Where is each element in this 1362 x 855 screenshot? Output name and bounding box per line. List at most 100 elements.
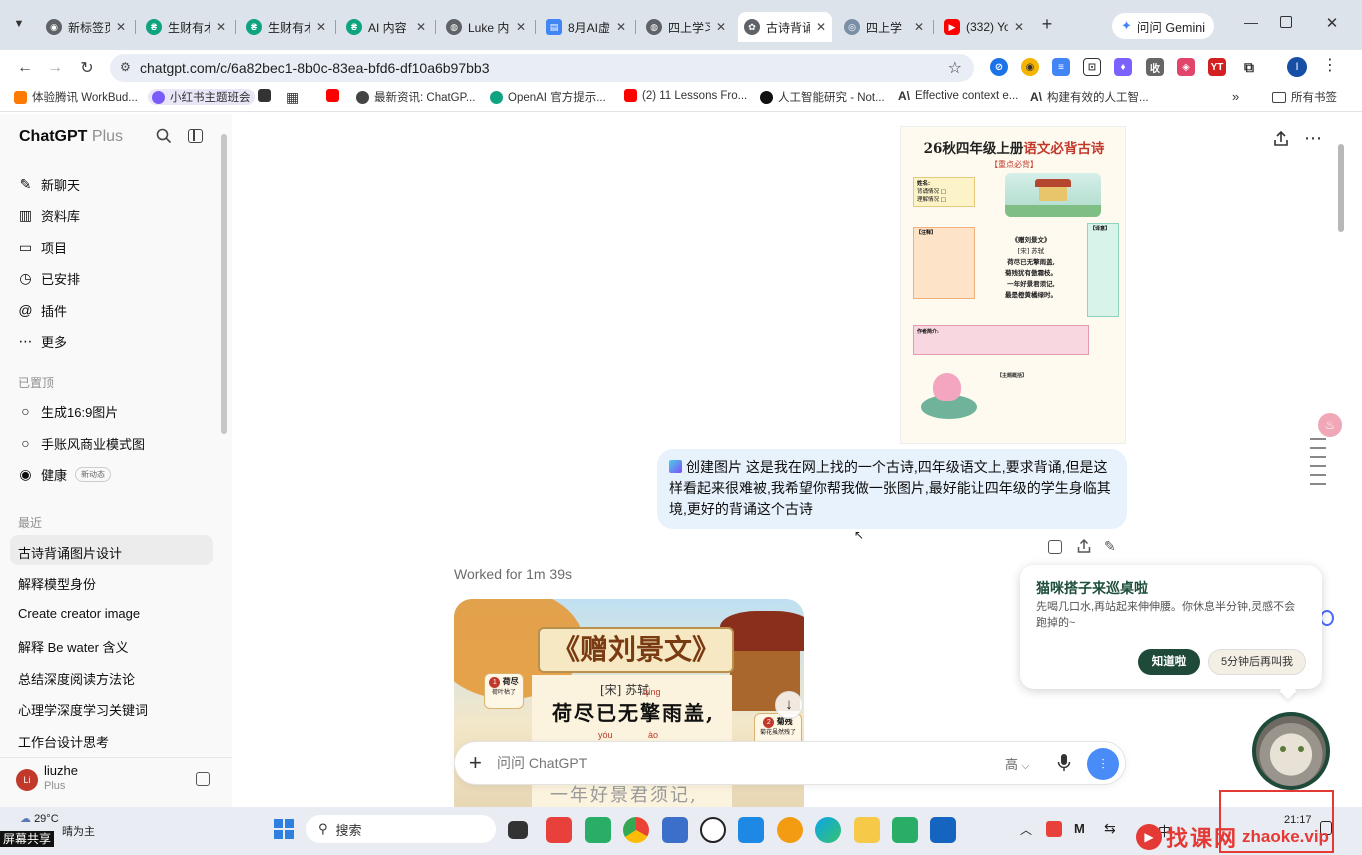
tray-app-icon[interactable]: M [1074, 821, 1085, 836]
extension-icon[interactable]: ⊡ [1083, 58, 1101, 76]
app-icon[interactable] [662, 817, 688, 843]
apps-grid-icon[interactable]: ▦ [286, 89, 299, 106]
sidebar-scrollbar[interactable] [221, 134, 227, 434]
pinned-item[interactable]: ○ 生成16:9图片 [18, 402, 118, 421]
bookmark-item[interactable] [326, 89, 339, 102]
browser-menu-icon[interactable]: ⋮ [1322, 55, 1338, 79]
chrome-app-icon[interactable] [623, 817, 649, 843]
cat-avatar-widget[interactable] [1252, 712, 1330, 790]
recent-chat-item[interactable]: 古诗背诵图片设计 [18, 543, 122, 562]
edge-app-icon[interactable] [815, 817, 841, 843]
pinned-item[interactable]: ◉ 健康 新动态 [18, 465, 112, 484]
tab-close-icon[interactable]: ✕ [116, 20, 126, 34]
tab-search-dropdown-icon[interactable]: ▼ [10, 18, 28, 36]
chat-scrollbar[interactable] [1338, 144, 1344, 232]
bookmark-folder-icon[interactable] [258, 89, 271, 102]
bookmark-item[interactable]: 最新资讯: ChatGP... [356, 89, 475, 105]
share-message-icon[interactable] [1076, 538, 1092, 554]
pinned-item[interactable]: ○ 手账风商业模式图 [18, 434, 145, 453]
popup-snooze-button[interactable]: 5分钟后再叫我 [1208, 649, 1306, 675]
extension-icon[interactable]: ◉ [1021, 58, 1039, 76]
prompt-input[interactable] [497, 752, 977, 774]
extension-icon[interactable]: YT [1208, 58, 1226, 76]
minimize-window-button[interactable]: — [1241, 14, 1261, 34]
workspace-icon[interactable] [196, 772, 210, 786]
extension-icon[interactable]: ◈ [1177, 58, 1195, 76]
tab-close-icon[interactable]: ✕ [216, 20, 226, 34]
user-name[interactable]: liuzhe [44, 763, 78, 778]
close-window-button[interactable]: ✕ [1322, 14, 1342, 34]
bookmark-item[interactable]: 体验腾讯 WorkBud... [14, 89, 138, 105]
recent-chat-item[interactable]: 心理学深度学习关键词 [18, 700, 148, 719]
bookmark-item[interactable]: 人工智能研究 - Not... [760, 89, 885, 105]
wechat-app-icon[interactable] [892, 817, 918, 843]
outline-lines-icon[interactable] [1310, 438, 1326, 486]
sidebar-projects[interactable]: ▭ 项目 [18, 238, 67, 257]
attach-plus-icon[interactable]: + [469, 750, 482, 776]
recent-chat-item[interactable]: 总结深度阅读方法论 [18, 669, 135, 688]
gemini-button[interactable]: ✦ 问问 Gemini [1112, 13, 1214, 39]
wechat-app-icon[interactable] [585, 817, 611, 843]
scroll-down-button[interactable]: ↓ [775, 691, 803, 719]
browser-tab[interactable]: ◍四上学习✕ [640, 12, 732, 42]
extension-icon[interactable]: ≡ [1052, 58, 1070, 76]
bookmark-item[interactable]: 小红书主题班会 [148, 89, 255, 105]
tray-app-icon[interactable] [1046, 821, 1062, 837]
browser-tab[interactable]: ₴生财有术✕ [140, 12, 232, 42]
url-field[interactable]: ⚙ chatgpt.com/c/6a82bec1-8b0c-83ea-bfd6-… [110, 54, 974, 82]
windows-start-icon[interactable] [274, 819, 294, 839]
recent-chat-item[interactable]: 工作台设计思考 [18, 732, 109, 751]
tab-close-icon[interactable]: ✕ [516, 20, 526, 34]
browser-tab[interactable]: ◉新标签页✕ [40, 12, 132, 42]
toggle-sidebar-icon[interactable] [188, 129, 203, 143]
sidebar-more[interactable]: ⋯ 更多 [18, 332, 68, 351]
restore-window-button[interactable] [1280, 16, 1292, 28]
app-icon[interactable] [930, 817, 956, 843]
side-blue-icon[interactable] [1320, 610, 1334, 626]
user-avatar[interactable]: Li [16, 769, 38, 791]
tab-close-icon[interactable]: ✕ [1014, 20, 1024, 34]
extension-icon[interactable]: ♦ [1114, 58, 1132, 76]
recent-chat-item[interactable]: 解释 Be water 含义 [18, 637, 129, 656]
bookmarks-overflow-icon[interactable]: » [1232, 89, 1239, 104]
app-icon[interactable] [777, 817, 803, 843]
browser-tab[interactable]: ◎ 四上学 ✕ [838, 12, 930, 42]
sidebar-scheduled[interactable]: ◷ 已安排 [18, 269, 80, 288]
browser-tab[interactable]: ▤ 8月AI虚 ✕ [540, 12, 632, 42]
recent-chat-item[interactable]: 解释模型身份 [18, 574, 96, 593]
browser-tab[interactable]: ▶ (332) Yo ✕ [938, 12, 1030, 42]
popup-ok-button[interactable]: 知道啦 [1138, 649, 1200, 675]
conversation-menu-icon[interactable]: ⋯ [1304, 128, 1322, 149]
bookmark-item[interactable]: (2) 11 Lessons Fro... [624, 89, 747, 102]
sidebar-new-chat[interactable]: ✎ 新聊天 [18, 175, 80, 194]
tab-close-icon[interactable]: ✕ [616, 20, 626, 34]
bookmark-item[interactable]: A\ 构建有效的人工智... [1030, 89, 1149, 105]
search-chats-icon[interactable] [156, 128, 172, 144]
tray-overflow-icon[interactable]: ︿ [1020, 821, 1032, 838]
bookmark-star-icon[interactable]: ☆ [948, 58, 962, 78]
app-icon[interactable] [738, 817, 764, 843]
reload-button[interactable]: ↻ [76, 57, 98, 79]
wps-app-icon[interactable] [546, 817, 572, 843]
uploaded-poster-image[interactable]: 26秋四年级上册语文必背古诗 【重点必背】 姓名: 背诵情况 □ 理解情况 □ … [900, 126, 1126, 444]
file-explorer-icon[interactable] [854, 817, 880, 843]
share-icon[interactable] [1272, 130, 1290, 148]
chatgpt-app-icon[interactable] [700, 817, 726, 843]
new-tab-button[interactable]: + [1038, 14, 1056, 36]
bookmark-item[interactable]: A\ Effective context e... [898, 89, 1018, 103]
sidebar-library[interactable]: ▥ 资料库 [18, 206, 80, 225]
browser-tab[interactable]: ₴生财有术✕ [240, 12, 332, 42]
tray-app-icon[interactable]: ⇆ [1104, 820, 1116, 837]
side-assistant-icon[interactable]: ♨ [1318, 413, 1342, 437]
puzzle-icon[interactable]: ⧉ [1240, 58, 1258, 76]
profile-avatar[interactable]: I [1287, 57, 1307, 77]
tab-close-icon[interactable]: ✕ [416, 20, 426, 34]
model-selector[interactable]: 高 ⌵ [1005, 754, 1029, 773]
worked-for-label[interactable]: Worked for 1m 39s [454, 566, 572, 582]
tab-close-icon[interactable]: ✕ [914, 20, 924, 34]
taskbar-search[interactable]: ⚲ 搜索 [306, 815, 496, 843]
composer[interactable]: + 高 ⌵ ⫶ [454, 741, 1126, 785]
microphone-icon[interactable] [1057, 753, 1071, 773]
recent-chat-item[interactable]: Create creator image [18, 606, 140, 621]
tab-close-icon[interactable]: ✕ [716, 20, 726, 34]
